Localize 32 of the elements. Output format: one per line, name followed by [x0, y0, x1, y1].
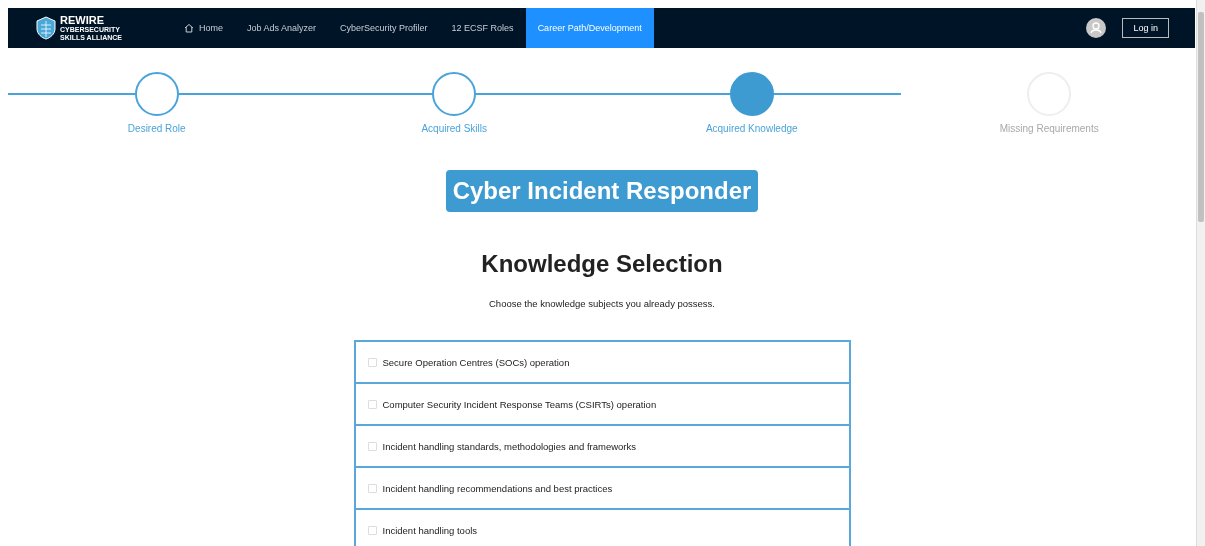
step-label: Desired Role: [127, 123, 186, 134]
role-title: Cyber Incident Responder: [445, 170, 759, 212]
avatar-icon[interactable]: [1086, 18, 1107, 38]
step-label: Missing Requirements: [999, 123, 1099, 134]
step-label: Acquired Skills: [421, 123, 488, 134]
option-label: Incident handling tools: [382, 524, 478, 536]
login-button[interactable]: Log in: [1122, 18, 1169, 38]
checkbox[interactable]: [367, 483, 377, 493]
step-label: Acquired Knowledge: [705, 123, 798, 134]
section-heading: Knowledge Selection: [481, 250, 723, 278]
nav-link[interactable]: CyberSecurity Profiler: [328, 8, 440, 48]
option-label: Secure Operation Centres (SOCs) operation: [382, 356, 570, 368]
scrollbar[interactable]: [1196, 0, 1205, 546]
home-icon: [184, 23, 194, 33]
knowledge-option[interactable]: Incident handling recommendations and best practices: [355, 468, 849, 510]
nav-link[interactable]: 12 ECSF Roles: [439, 8, 526, 48]
option-label: Incident handling recommendations and best practices: [382, 482, 613, 494]
knowledge-option[interactable]: Computer Security Incident Response Teams (CSIRTs) operation: [355, 384, 849, 426]
checkbox[interactable]: [367, 525, 377, 535]
checkbox[interactable]: [367, 357, 377, 367]
knowledge-option[interactable]: Incident handling tools: [355, 510, 849, 546]
nav-link[interactable]: Home: [172, 8, 235, 48]
checkbox[interactable]: [367, 399, 377, 409]
option-label: Incident handling standards, methodologies and frameworks: [382, 440, 636, 452]
option-label: Computer Security Incident Response Teams (CSIRTs) operation: [382, 398, 657, 410]
checkbox[interactable]: [367, 441, 377, 451]
knowledge-option[interactable]: Secure Operation Centres (SOCs) operation: [355, 342, 849, 384]
logo-text: REWIRE: [60, 14, 105, 26]
nav-link[interactable]: Job Ads Analyzer: [235, 8, 329, 48]
knowledge-option[interactable]: Incident handling standards, methodologies and frameworks: [355, 426, 849, 468]
shield-logo-icon: [36, 16, 56, 40]
instruction-text: Choose the knowledge subjects you already possess.: [489, 298, 715, 309]
